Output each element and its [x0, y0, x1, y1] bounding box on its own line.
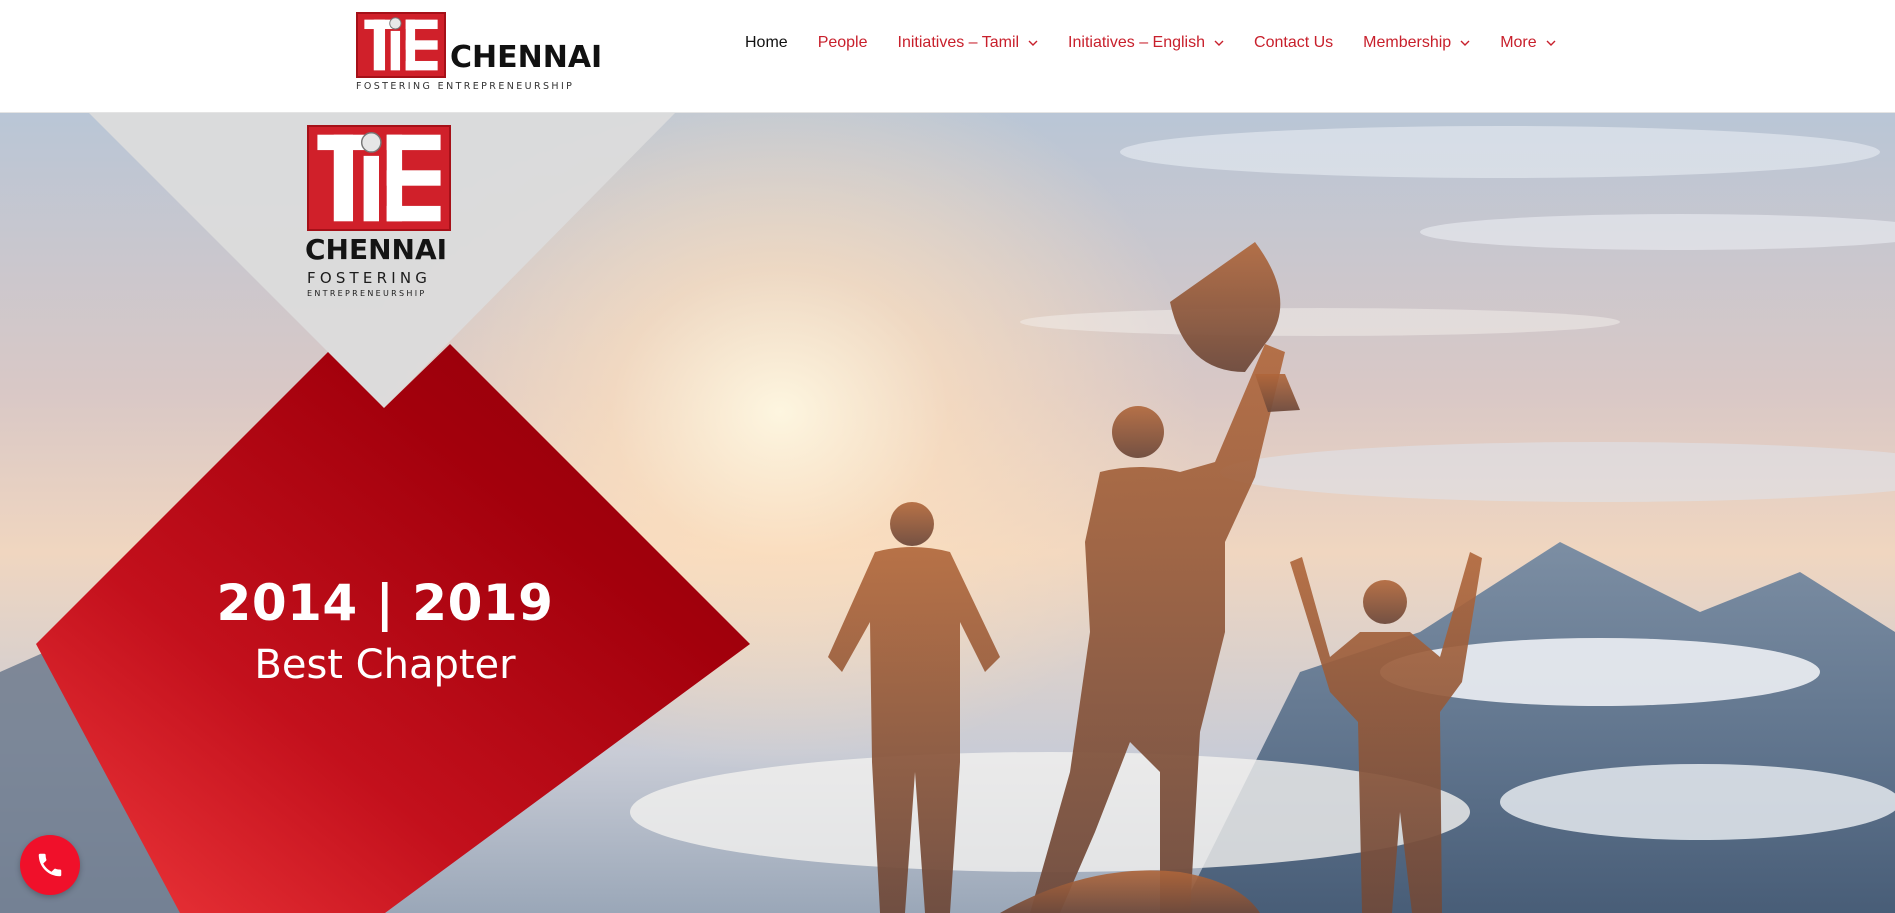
hero-banner: CHENNAI FOSTERING ENTREPRENEURSHIP 2014 … — [0, 112, 1895, 913]
call-button[interactable] — [20, 835, 80, 895]
tie-logo-glyph-icon — [317, 132, 441, 222]
nav-item-initiatives-tamil[interactable]: Initiatives – Tamil — [898, 34, 1039, 52]
nav-label: Membership — [1363, 34, 1452, 51]
chevron-down-icon — [1546, 38, 1556, 48]
hero-logo-wordmark: CHENNAI — [305, 233, 448, 266]
nav-label: People — [817, 34, 868, 51]
site-logo[interactable]: CHENNAI FOSTERING ENTREPRENEURSHIP — [356, 12, 603, 94]
chevron-down-icon — [1460, 38, 1470, 48]
logo-wordmark: CHENNAI — [450, 40, 603, 75]
tie-logo-mark — [356, 12, 446, 78]
main-nav: Home People Initiatives – Tamil Initiati… — [745, 32, 1586, 54]
tie-logo-glyph-icon — [364, 17, 438, 71]
logo-tagline: FOSTERING ENTREPRENEURSHIP — [356, 81, 575, 92]
award-graphic — [36, 112, 750, 913]
chevron-down-icon — [1028, 38, 1038, 48]
hero-logo-tagline-line2: ENTREPRENEURSHIP — [307, 289, 427, 298]
nav-item-membership[interactable]: Membership — [1363, 34, 1470, 52]
nav-item-initiatives-english[interactable]: Initiatives – English — [1068, 34, 1224, 52]
hero-tie-logo: CHENNAI FOSTERING ENTREPRENEURSHIP — [305, 125, 477, 320]
tie-logo-mark — [307, 125, 451, 231]
nav-item-more[interactable]: More — [1500, 34, 1556, 52]
nav-label: Contact Us — [1254, 34, 1334, 51]
site-header: CHENNAI FOSTERING ENTREPRENEURSHIP Home … — [0, 0, 1895, 113]
chevron-down-icon — [1214, 38, 1224, 48]
nav-item-people[interactable]: People — [818, 34, 868, 52]
nav-label: Home — [745, 34, 788, 51]
nav-item-contact-us[interactable]: Contact Us — [1254, 34, 1333, 52]
nav-label: More — [1500, 34, 1537, 51]
nav-label: Initiatives – English — [1068, 34, 1206, 51]
phone-icon — [38, 853, 62, 877]
nav-label: Initiatives – Tamil — [897, 34, 1020, 51]
award-years: 2014 | 2019 — [216, 574, 554, 632]
award-title: Best Chapter — [254, 642, 516, 688]
nav-item-home[interactable]: Home — [745, 34, 788, 52]
hero-logo-tagline-line1: FOSTERING — [307, 269, 432, 287]
